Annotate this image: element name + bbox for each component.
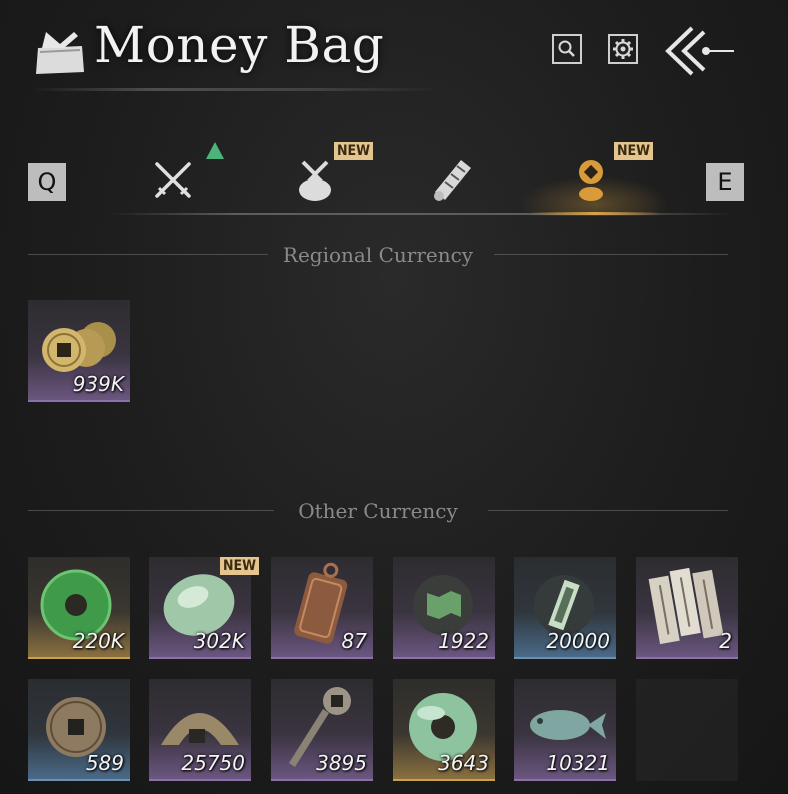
divider-line — [494, 254, 728, 255]
currency-slot[interactable]: 3895 — [271, 679, 373, 781]
item-count: 3895 — [316, 751, 367, 775]
item-count: 87 — [341, 629, 367, 653]
new-badge: NEW — [334, 142, 374, 160]
back-button[interactable] — [662, 24, 736, 78]
page-title: Money Bag — [94, 16, 385, 74]
section-title: Other Currency — [298, 499, 458, 523]
title-bar: Money Bag — [0, 0, 788, 100]
new-badge: NEW — [220, 557, 260, 575]
next-tab-key[interactable]: E — [706, 163, 744, 201]
item-count: 302K — [193, 629, 245, 653]
currency-slot[interactable]: 25750 — [149, 679, 251, 781]
item-count: 2 — [719, 629, 732, 653]
tab-scroll[interactable] — [428, 154, 478, 206]
currency-slot[interactable]: 3643 — [393, 679, 495, 781]
upgrade-arrow-icon — [206, 142, 224, 159]
new-badge: NEW — [614, 142, 654, 160]
gear-icon — [613, 39, 633, 59]
item-count: 20000 — [546, 629, 610, 653]
item-count: 3643 — [438, 751, 489, 775]
currency-slot[interactable]: 2 — [636, 557, 738, 659]
section-header-other: Other Currency — [28, 499, 728, 523]
scroll-icon — [434, 160, 471, 201]
currency-slot[interactable]: 87 — [271, 557, 373, 659]
currency-slot[interactable]: 589 — [28, 679, 130, 781]
currency-slot[interactable]: 20000 — [514, 557, 616, 659]
tab-currency[interactable] — [566, 154, 616, 206]
currency-slot[interactable]: 10321 — [514, 679, 616, 781]
tab-bundle[interactable] — [290, 154, 340, 206]
settings-button[interactable] — [608, 34, 638, 64]
section-header-regional: Regional Currency — [28, 243, 728, 267]
title-underline — [30, 88, 440, 91]
crossed-swords-icon — [155, 162, 191, 198]
prev-tab-key[interactable]: Q — [28, 163, 66, 201]
search-icon — [558, 40, 575, 57]
back-arrow-icon — [665, 26, 734, 76]
currency-slot[interactable]: 939K — [28, 300, 130, 402]
search-button[interactable] — [552, 34, 582, 64]
currency-slot[interactable]: 1922 — [393, 557, 495, 659]
item-count: 939K — [72, 372, 124, 396]
bundle-icon — [299, 160, 331, 201]
item-count: 589 — [85, 751, 124, 775]
item-count: 220K — [72, 629, 124, 653]
tab-weapons[interactable] — [148, 154, 198, 206]
divider-line — [488, 510, 728, 511]
currency-slot[interactable]: 220K — [28, 557, 130, 659]
item-count: 10321 — [546, 751, 610, 775]
empty-slot — [636, 679, 738, 781]
active-tab-indicator — [530, 212, 660, 215]
item-count: 25750 — [181, 751, 245, 775]
coin-icon — [579, 160, 603, 201]
section-title: Regional Currency — [282, 243, 474, 267]
item-count: 1922 — [438, 629, 489, 653]
money-bag-icon — [32, 28, 88, 76]
